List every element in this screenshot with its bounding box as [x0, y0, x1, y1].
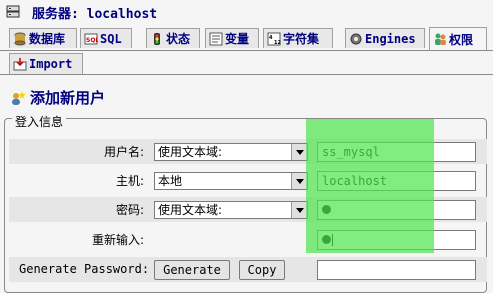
page-title: 添加新用户: [10, 87, 105, 108]
server-icon: [6, 5, 20, 18]
tab-privileges-label: 权限: [449, 32, 474, 47]
tab-engines-label: Engines: [365, 31, 416, 46]
svg-text:4: 4: [269, 35, 273, 41]
generate-button[interactable]: Generate: [154, 260, 230, 280]
page-title-text: 添加新用户: [30, 89, 106, 107]
highlight-overlay: [306, 119, 434, 253]
generate-password-label: Generate Password:: [19, 262, 150, 276]
status-icon: [150, 32, 164, 46]
charset-icon: 4 12: [267, 32, 281, 46]
retype-label: 重新输入:: [91, 233, 144, 247]
database-icon: [13, 32, 27, 46]
svg-text:SQL: SQL: [86, 37, 98, 44]
privileges-icon: [433, 32, 447, 46]
chevron-down-icon[interactable]: [291, 173, 307, 189]
host-type-select[interactable]: 本地: [154, 172, 308, 190]
generated-password-input[interactable]: [317, 260, 476, 280]
chevron-down-icon[interactable]: [291, 202, 307, 218]
server-name[interactable]: localhost: [87, 7, 157, 22]
tab-engines[interactable]: Engines: [345, 28, 425, 48]
engines-icon: [349, 32, 363, 46]
tab-status-label: 状态: [166, 32, 191, 46]
password-type-select[interactable]: 使用文本域:: [154, 201, 308, 219]
tab-charset[interactable]: 4 12 字符集: [263, 28, 333, 48]
tab-bar: 数据库 SQL SQL 状态 变量 4 12 字符集 Engines 权限: [0, 26, 493, 51]
svg-text:12: 12: [274, 40, 281, 46]
tab-status[interactable]: 状态: [146, 28, 200, 48]
password-type-value: 使用文本域:: [158, 203, 223, 217]
tab-variables-label: 变量: [225, 32, 250, 46]
tab-variables[interactable]: 变量: [205, 28, 259, 48]
host-type-value: 本地: [158, 174, 183, 188]
tab-import[interactable]: Import: [9, 53, 83, 74]
server-label[interactable]: 服务器: localhost: [32, 3, 157, 22]
import-icon: [13, 57, 27, 71]
server-bar: 服务器: localhost: [0, 0, 493, 24]
tab-sql[interactable]: SQL SQL: [80, 28, 132, 48]
tab-bar-secondary: Import: [0, 53, 493, 75]
tab-sql-label: SQL: [100, 31, 122, 46]
server-label-text: 服务器:: [32, 7, 79, 22]
tab-privileges[interactable]: 权限: [429, 27, 487, 50]
sql-icon: SQL: [84, 32, 99, 46]
chevron-down-icon[interactable]: [291, 144, 307, 160]
variables-icon: [209, 32, 223, 46]
tab-import-label: Import: [29, 57, 73, 71]
add-user-icon: [10, 90, 26, 106]
tab-charset-label: 字符集: [283, 32, 320, 46]
tab-databases[interactable]: 数据库: [9, 28, 77, 48]
copy-button[interactable]: Copy: [239, 260, 285, 280]
host-label: 主机:: [115, 174, 144, 188]
password-label: 密码:: [115, 203, 144, 217]
username-type-select[interactable]: 使用文本域:: [154, 143, 308, 161]
username-label: 用户名:: [103, 145, 144, 159]
fieldset-legend: 登入信息: [12, 113, 67, 130]
username-type-value: 使用文本域:: [158, 145, 223, 159]
tab-databases-label: 数据库: [29, 32, 66, 46]
